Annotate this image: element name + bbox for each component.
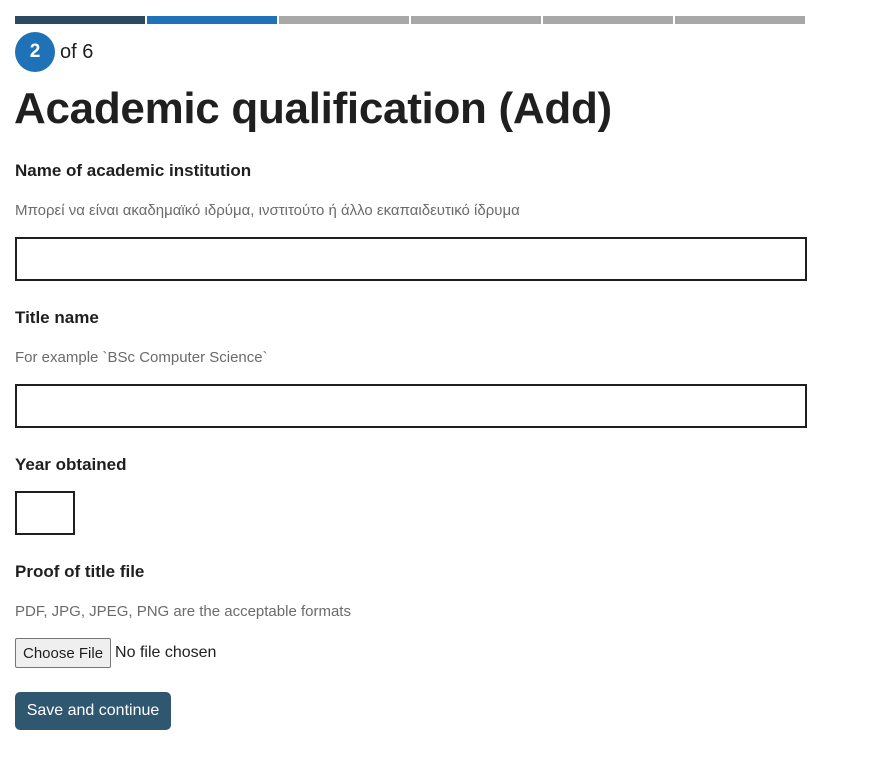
year-input[interactable] — [15, 491, 75, 535]
proof-file-label: Proof of title file — [15, 562, 145, 581]
file-picker: Choose File No file chosen — [15, 638, 216, 668]
progress-segment-1 — [15, 16, 145, 24]
proof-file-hint: PDF, JPG, JPEG, PNG are the acceptable f… — [15, 603, 351, 620]
progress-segment-5 — [543, 16, 673, 24]
step-total-text: of 6 — [60, 40, 94, 63]
title-name-label: Title name — [15, 308, 99, 327]
progress-segment-6 — [675, 16, 805, 24]
step-number-badge: 2 — [15, 32, 55, 72]
page-title: Academic qualification (Add) — [14, 84, 612, 133]
year-label: Year obtained — [15, 455, 127, 474]
save-and-continue-button[interactable]: Save and continue — [15, 692, 171, 730]
institution-hint: Μπορεί να είναι ακαδημαϊκό ιδρύμα, ινστι… — [15, 202, 520, 219]
institution-label: Name of academic institution — [15, 161, 252, 180]
progress-bar — [15, 16, 805, 24]
title-name-input[interactable] — [15, 384, 807, 428]
progress-segment-2 — [147, 16, 277, 24]
file-status-text: No file chosen — [115, 644, 217, 661]
step-indicator: 2 of 6 — [15, 32, 93, 72]
progress-segment-4 — [411, 16, 541, 24]
form-page: 2 of 6 Academic qualification (Add) Name… — [0, 0, 877, 781]
institution-input[interactable] — [15, 237, 807, 281]
progress-segment-3 — [279, 16, 409, 24]
title-name-hint: For example `BSc Computer Science` — [15, 349, 268, 366]
choose-file-button[interactable]: Choose File — [15, 638, 112, 668]
